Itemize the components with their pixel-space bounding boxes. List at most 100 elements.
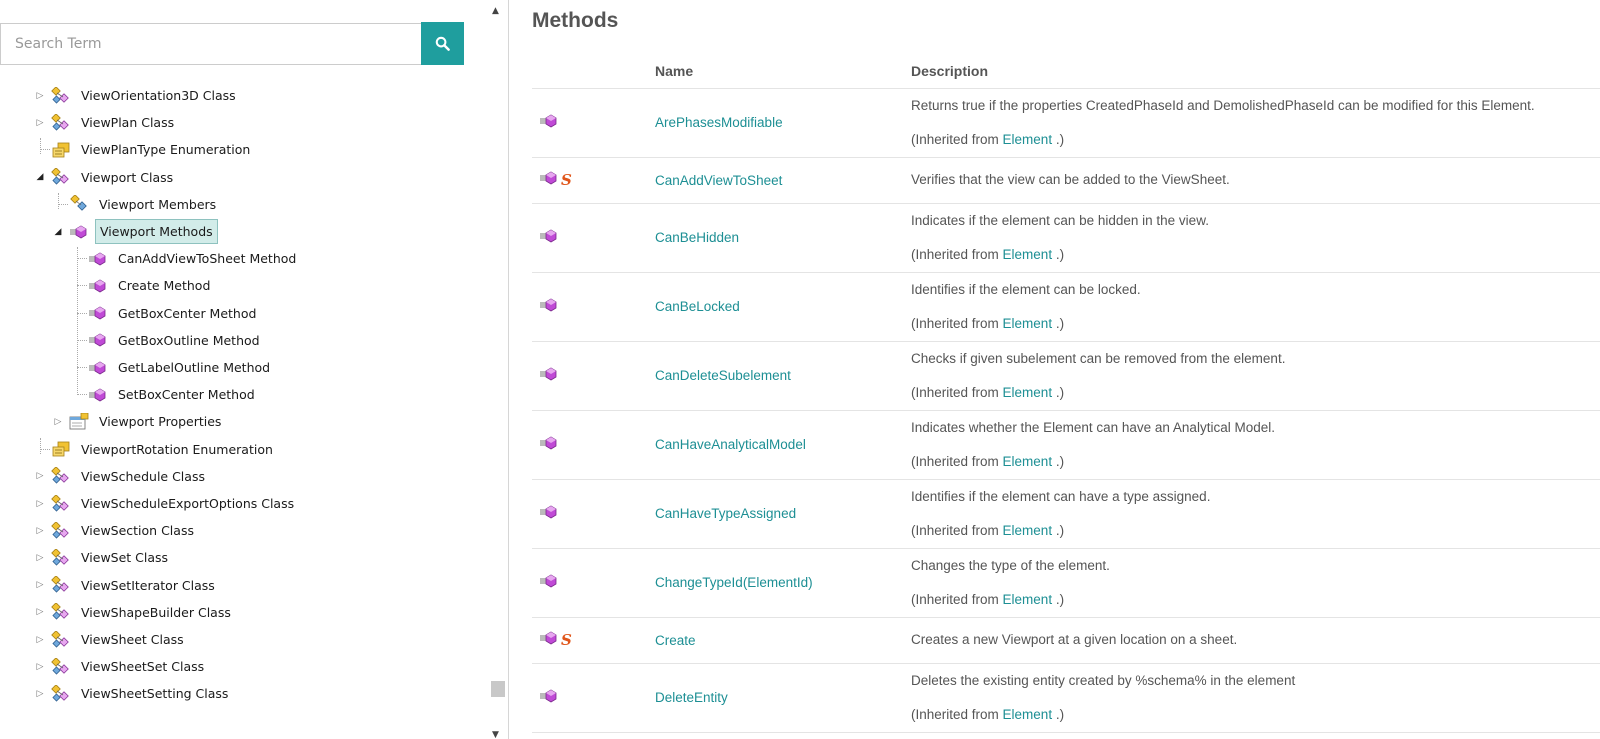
tree-item-label[interactable]: GetBoxCenter Method [114,304,260,323]
expand-arrow-icon[interactable]: ▷ [33,524,47,538]
method-icon [540,298,558,315]
tree-item[interactable]: ViewPlanType Enumeration [33,136,254,163]
method-name-link[interactable]: Create [655,633,696,648]
tree-item-label[interactable]: ViewSheetSetting Class [77,684,232,703]
expand-arrow-icon[interactable]: ▷ [33,89,47,103]
method-description: Checks if given subelement can be remove… [911,350,1286,366]
method-name-link[interactable]: CanDeleteSubelement [655,368,791,383]
tree-item-label[interactable]: ViewSchedule Class [77,467,209,486]
tree-item-label[interactable]: ViewSet Class [77,548,172,567]
tree-item-label[interactable]: Create Method [114,276,214,295]
method-name-link[interactable]: CanAddViewToSheet [655,173,782,188]
method-name-link[interactable]: CanBeLocked [655,299,740,314]
method-name-link[interactable]: ChangeTypeId(ElementId) [655,575,813,590]
method-name-link[interactable]: CanHaveAnalyticalModel [655,437,806,452]
search-icon [435,36,450,51]
method-name-link[interactable]: CanHaveTypeAssigned [655,506,796,521]
tree-item[interactable]: SetBoxCenter Method [70,381,259,408]
tree-item[interactable]: ▷ ViewSheet Class [33,626,188,653]
tree-item[interactable]: ◢ Viewport Methods [51,218,218,245]
tree-item-label[interactable]: GetBoxOutline Method [114,331,264,350]
expand-arrow-icon[interactable]: ▷ [33,116,47,130]
tree-item-label[interactable]: ViewShapeBuilder Class [77,603,235,622]
expand-arrow-icon[interactable]: ▷ [33,469,47,483]
method-row: ChangeTypeId(ElementId) Changes the type … [532,548,1600,618]
tree-item-label[interactable]: ViewOrientation3D Class [77,86,240,105]
search-input[interactable] [0,23,421,65]
tree-item[interactable]: ▷ ViewSheetSetting Class [33,680,232,707]
tree-item[interactable]: GetLabelOutline Method [70,354,274,381]
tree-connector-line [77,312,87,314]
collapse-arrow-icon[interactable]: ◢ [51,225,65,239]
icon-column-header [532,54,655,89]
tree-item[interactable]: ▷ ViewSet Class [33,544,172,571]
inherited-class-link[interactable]: Element [1003,454,1053,469]
tree-item-label[interactable]: ViewSection Class [77,521,198,540]
tree-item-label[interactable]: Viewport Members [95,195,220,214]
expand-arrow-icon[interactable]: ▷ [51,415,65,429]
description-column-header: Description [911,54,1600,89]
tree-item[interactable]: Viewport Members [51,191,220,218]
tree-item[interactable]: ▷ ViewPlan Class [33,109,178,136]
tree-item-label[interactable]: CanAddViewToSheet Method [114,249,300,268]
tree-item-label[interactable]: Viewport Class [77,168,177,187]
tree-item[interactable]: ViewportRotation Enumeration [33,436,277,463]
inherited-class-link[interactable]: Element [1003,707,1053,722]
inherited-class-link[interactable]: Element [1003,316,1053,331]
tree-item[interactable]: ▷ ViewOrientation3D Class [33,82,240,109]
tree-item-label[interactable]: Viewport Properties [95,412,225,431]
class-icon [51,494,71,513]
tree-item-label[interactable]: ViewSetIterator Class [77,576,219,595]
expand-arrow-icon[interactable]: ▷ [33,660,47,674]
tree-item[interactable]: ▷ Viewport Properties [51,408,225,435]
tree-item-label[interactable]: ViewSheetSet Class [77,657,208,676]
tree-item[interactable]: ▷ ViewShapeBuilder Class [33,599,235,626]
tree-item[interactable]: ▷ ViewSection Class [33,517,198,544]
inherited-class-link[interactable]: Element [1003,247,1053,262]
scroll-up-arrow-icon[interactable]: ▲ [492,6,499,16]
tree-item-label[interactable]: SetBoxCenter Method [114,385,259,404]
expand-arrow-icon[interactable]: ▷ [33,578,47,592]
tree-connector-line [77,367,87,368]
tree-item[interactable]: ▷ ViewScheduleExportOptions Class [33,490,298,517]
expand-arrow-icon[interactable]: ▷ [33,551,47,565]
tree-item[interactable]: GetBoxOutline Method [70,327,264,354]
tree-item[interactable]: ◢ Viewport Class [33,164,177,191]
tree-item-label[interactable]: ViewScheduleExportOptions Class [77,494,298,513]
scroll-down-arrow-icon[interactable]: ▼ [492,730,499,739]
members-icon [69,195,89,213]
tree-guide-line [40,138,41,155]
tree-item[interactable]: ▷ ViewSchedule Class [33,463,209,490]
expand-arrow-icon[interactable]: ▷ [33,497,47,511]
tree-item[interactable]: CanAddViewToSheet Method [70,245,300,272]
tree-item[interactable]: ▷ ViewSheetSet Class [33,653,208,680]
inherited-class-link[interactable]: Element [1003,592,1053,607]
inherited-class-link[interactable]: Element [1003,523,1053,538]
tree-item[interactable]: Create Method [70,272,214,299]
tree-item-label[interactable]: GetLabelOutline Method [114,358,274,377]
inherited-prefix: (Inherited from [911,522,1003,538]
tree-item[interactable]: GetBoxCenter Method [70,300,260,327]
method-name-link[interactable]: DeleteEntity [655,690,728,705]
search-button[interactable] [421,22,464,65]
class-icon [51,168,71,186]
tree-item-label[interactable]: ViewportRotation Enumeration [77,440,277,459]
scrollbar-thumb[interactable] [491,681,505,697]
expand-arrow-icon[interactable]: ▷ [33,687,47,701]
method-row: CanBeLocked Identifies if the element can… [532,272,1600,342]
tree-item-label-selected[interactable]: Viewport Methods [95,219,218,244]
tree-item-label[interactable]: ViewPlanType Enumeration [77,140,254,159]
expand-arrow-icon[interactable]: ▷ [33,633,47,647]
tree-item-label[interactable]: ViewSheet Class [77,630,188,649]
collapse-arrow-icon[interactable]: ◢ [33,170,47,184]
method-name-link[interactable]: CanBeHidden [655,230,739,245]
method-name-link[interactable]: ArePhasesModifiable [655,115,783,130]
inherited-class-link[interactable]: Element [1003,385,1053,400]
class-icon [51,630,71,649]
tree-item[interactable]: ▷ ViewSetIterator Class [33,572,219,599]
tree-item-label[interactable]: ViewPlan Class [77,113,178,132]
expand-arrow-icon[interactable]: ▷ [33,605,47,619]
inherited-class-link[interactable]: Element [1003,132,1053,147]
method-description: Identifies if the element can have a typ… [911,488,1211,504]
method-description: Changes the type of the element. [911,557,1110,573]
